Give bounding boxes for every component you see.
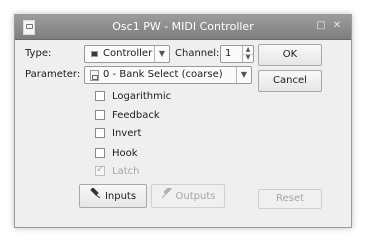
channel-label: Channel: <box>175 48 220 59</box>
hook-checkbox[interactable] <box>95 148 105 158</box>
logarithmic-checkbox[interactable] <box>95 91 105 101</box>
restore-icon[interactable]: □ <box>315 20 327 32</box>
chevron-down-icon[interactable]: ▼ <box>236 67 251 83</box>
spin-down-icon[interactable]: ▼ <box>242 54 253 62</box>
outputs-label: Outputs <box>175 191 216 202</box>
controller-icon <box>91 51 98 57</box>
type-value: Controller <box>103 48 153 59</box>
plug-in-icon <box>90 185 101 207</box>
reset-label: Reset <box>276 193 304 204</box>
feedback-checkbox[interactable] <box>95 110 105 120</box>
ok-button[interactable]: OK <box>258 44 322 66</box>
inputs-label: Inputs <box>104 191 137 202</box>
chevron-down-icon[interactable]: ▼ <box>154 46 169 62</box>
cancel-button[interactable]: Cancel <box>258 70 322 92</box>
close-icon[interactable]: ✕ <box>331 20 343 32</box>
parameter-value: 0 - Bank Select (coarse) <box>103 69 223 80</box>
cancel-label: Cancel <box>273 75 307 86</box>
latch-checkbox <box>95 164 105 176</box>
inputs-button[interactable]: Inputs <box>79 184 147 208</box>
channel-spinbox[interactable]: 1 ▲ ▼ <box>220 45 254 63</box>
outputs-button: Outputs <box>151 184 225 208</box>
ok-label: OK <box>282 49 298 60</box>
plug-out-icon <box>161 185 172 207</box>
latch-label: Latch <box>112 166 140 177</box>
document-icon <box>90 70 99 81</box>
invert-label: Invert <box>112 128 142 139</box>
midi-controller-dialog: Osc1 PW - MIDI Controller □ ✕ Type: Cont… <box>14 14 352 228</box>
hook-label: Hook <box>112 148 138 159</box>
type-label: Type: <box>25 48 52 59</box>
window-title: Osc1 PW - MIDI Controller <box>112 20 254 33</box>
reset-button: Reset <box>258 189 322 209</box>
invert-checkbox[interactable] <box>95 128 105 138</box>
logarithmic-label: Logarithmic <box>112 91 172 102</box>
type-combo[interactable]: Controller ▼ <box>84 45 170 63</box>
channel-value: 1 <box>225 48 232 59</box>
parameter-combo[interactable]: 0 - Bank Select (coarse) ▼ <box>84 66 252 84</box>
feedback-label: Feedback <box>112 110 160 121</box>
parameter-label: Parameter: <box>25 69 81 80</box>
title-bar[interactable]: Osc1 PW - MIDI Controller □ ✕ <box>15 15 351 40</box>
